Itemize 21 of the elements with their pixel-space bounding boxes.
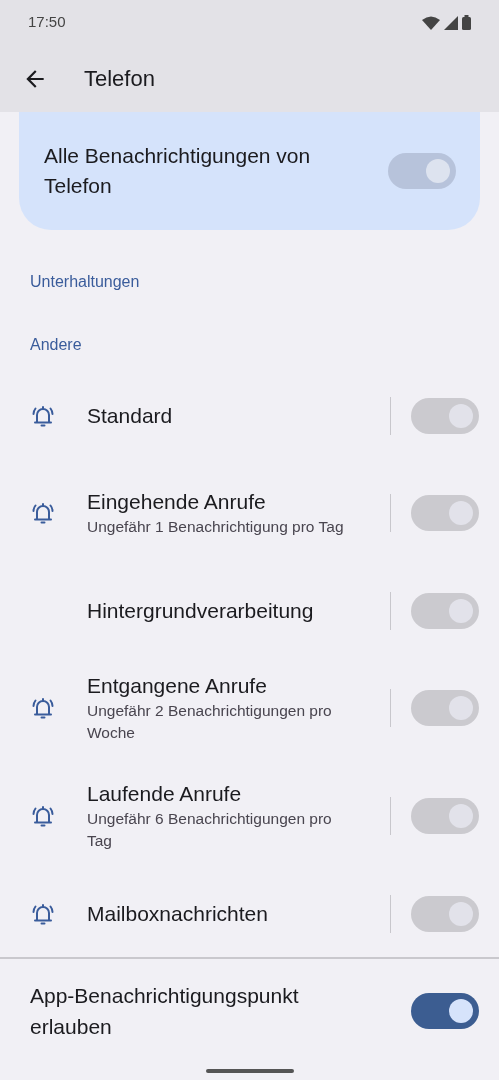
- section-header: Unterhaltungen: [29, 272, 141, 292]
- screen-title: Telefon: [84, 65, 155, 93]
- gesture-handle[interactable]: [205, 1068, 294, 1073]
- channel-title: Eingehende Anrufe: [87, 489, 267, 515]
- setting-row[interactable]: App-Benachrichtigungspunkt erlauben: [0, 958, 499, 1063]
- signal-icon: [444, 15, 458, 30]
- status-time: 17:50: [28, 12, 66, 33]
- battery-icon: [462, 15, 471, 30]
- setting-label: Alle Benachrichtigungen von Telefon: [44, 143, 312, 199]
- section-header: Andere: [29, 335, 83, 355]
- setting-label: App-Benachrichtigungspunkt erlauben: [30, 982, 300, 1040]
- channel-title: Laufende Anrufe: [87, 781, 243, 807]
- channel-summary: Ungefähr 2 Benachrichtigungen pro Woche: [87, 701, 333, 743]
- channel-summary: Ungefähr 1 Benachrichtigung pro Tag: [87, 517, 345, 537]
- wifi-icon: [422, 15, 440, 30]
- toggle-switch[interactable]: [411, 992, 479, 1029]
- channel-summary: Ungefähr 6 Benachrichtigungen pro Tag: [87, 809, 333, 851]
- channel-title: Entgangene Anrufe: [87, 673, 268, 699]
- channel-title: Hintergrundverarbeitung: [87, 597, 315, 624]
- channel-title: Mailboxnachrichten: [87, 900, 269, 927]
- channel-title: Standard: [87, 402, 174, 429]
